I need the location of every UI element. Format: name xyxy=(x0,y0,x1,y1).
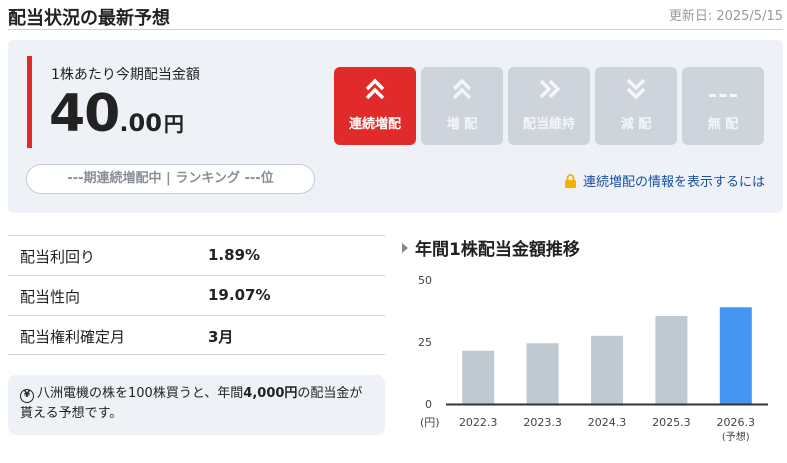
bar xyxy=(719,307,752,404)
ranking-pill[interactable]: ---期連続増配中 | ランキング ---位 xyxy=(26,164,315,194)
x-tick-label: 2024.3 xyxy=(588,416,627,429)
y-tick-label: 50 xyxy=(418,274,432,287)
x-tick-note: (予想) xyxy=(722,430,750,443)
stat-row: 配当権利確定月 3月 xyxy=(8,315,385,355)
y-tick-label: 25 xyxy=(418,336,432,349)
dashes-icon xyxy=(682,77,764,107)
double-chevron-up-icon xyxy=(334,77,416,107)
bar xyxy=(655,315,688,404)
chevron-up-icon xyxy=(421,77,503,107)
stat-row: 配当利回り 1.89% xyxy=(8,235,385,275)
x-tick-label: 2026.3 xyxy=(717,416,756,429)
double-chevron-right-icon xyxy=(508,77,590,107)
dividend-amount: 40.00 円 xyxy=(49,84,184,144)
status-button-5[interactable]: 無 配 xyxy=(682,67,764,145)
status-button-3[interactable]: 配当維持 xyxy=(508,67,590,145)
note-amount: 4,000円 xyxy=(243,386,298,401)
chart-title: 年間1株配当金額推移 xyxy=(402,235,580,260)
lock-info-link[interactable]: 連続増配の情報を表示するには xyxy=(564,171,765,190)
lock-icon xyxy=(564,174,576,188)
dividend-label: 1株あたり今期配当金額 xyxy=(51,67,200,83)
accent-bar xyxy=(27,56,32,148)
bar xyxy=(591,335,623,404)
section-title: 配当状況の最新予想 xyxy=(8,8,170,29)
status-button-1[interactable]: 連続増配 xyxy=(334,67,416,145)
double-chevron-down-icon xyxy=(595,77,677,107)
dividend-dec: .00 xyxy=(119,109,162,137)
stat-label: 配当利回り xyxy=(20,248,96,266)
yen-icon: ¥ xyxy=(20,389,34,403)
status-button-4[interactable]: 減 配 xyxy=(595,67,677,145)
x-tick-label: 2023.3 xyxy=(523,416,562,429)
status-button-label: 無 配 xyxy=(707,117,739,132)
dividend-unit: 円 xyxy=(163,112,184,136)
lock-link-text: 連続増配の情報を表示するには xyxy=(582,175,765,190)
y-unit-label: (円) xyxy=(420,416,440,429)
stat-value: 19.07% xyxy=(208,286,271,304)
chart-title-text: 年間1株配当金額推移 xyxy=(415,240,580,260)
status-button-2[interactable]: 増 配 xyxy=(421,67,503,145)
y-tick-label: 0 xyxy=(425,398,432,411)
purchase-note: ¥ 八洲電機の株を100株買うと、年間4,000円の配当金が貰える予想です。 xyxy=(8,375,385,435)
dividend-int: 40 xyxy=(49,84,120,144)
status-button-label: 減 配 xyxy=(620,117,652,132)
stat-value: 1.89% xyxy=(208,246,261,264)
stat-label: 配当権利確定月 xyxy=(20,328,126,346)
x-tick-label: 2022.3 xyxy=(459,416,498,429)
section-header: 配当状況の最新予想 更新日: 2025/5/15 xyxy=(8,0,783,30)
dividend-history-chart: 0 25 50 2022.3 2023.3 2024.3 2025.3 2026.3(予想) (… xyxy=(418,274,768,443)
stat-value: 3月 xyxy=(208,328,234,346)
stat-row: 配当性向 19.07% xyxy=(8,275,385,315)
x-tick-label: 2025.3 xyxy=(652,416,691,429)
dividend-stats-table: 配当利回り 1.89% 配当性向 19.07% 配当権利確定月 3月 xyxy=(8,235,385,355)
status-button-label: 増 配 xyxy=(446,117,478,132)
dividend-forecast-panel: 1株あたり今期配当金額 40.00 円 ---期連続増配中 | ランキング ---… xyxy=(8,40,783,213)
status-button-label: 配当維持 xyxy=(522,117,575,132)
bar xyxy=(462,350,495,404)
stat-label: 配当性向 xyxy=(20,288,81,306)
updated-date: 更新日: 2025/5/15 xyxy=(668,9,783,24)
status-button-label: 連続増配 xyxy=(348,117,401,132)
triangle-right-icon xyxy=(402,243,408,253)
note-text-pre: 八洲電機の株を100株買うと、年間 xyxy=(37,386,244,401)
bar xyxy=(526,343,559,404)
